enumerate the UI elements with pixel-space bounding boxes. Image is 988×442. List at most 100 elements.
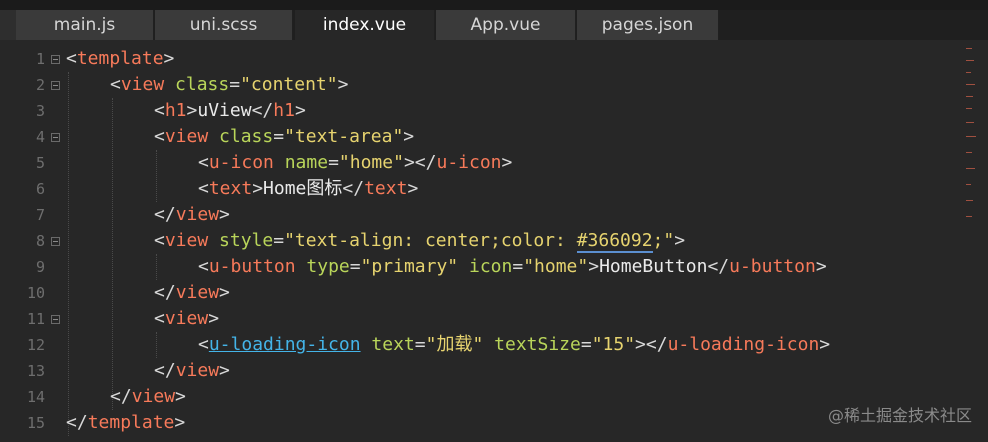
token: >: [407, 178, 419, 199]
token: >: [219, 204, 230, 225]
token: <: [154, 126, 165, 147]
minimap-line: [966, 48, 972, 49]
line-number: 7: [35, 206, 45, 224]
token: "text-align: center;color:: [284, 230, 577, 251]
line-number: 6: [35, 180, 45, 198]
code-line-1: <template>: [66, 46, 174, 72]
token: >: [403, 126, 415, 147]
fold-toggle-icon[interactable]: [51, 81, 60, 90]
token: >: [819, 334, 831, 355]
token: "home": [338, 152, 404, 173]
token: text: [371, 334, 415, 355]
token: u-loading-icon: [667, 334, 820, 355]
token: icon: [468, 256, 513, 277]
tab-app-vue[interactable]: App.vue: [436, 10, 576, 40]
fold-toggle-icon[interactable]: [51, 315, 60, 324]
token: u-icon: [208, 152, 274, 173]
token: </: [251, 100, 274, 121]
token: view: [164, 230, 209, 251]
token: h1: [164, 100, 187, 121]
token: >: [674, 230, 686, 251]
code-line-13: </view>: [154, 358, 230, 384]
line-number: 9: [35, 258, 45, 276]
token: ;": [652, 230, 675, 251]
token: </: [66, 412, 88, 433]
token: HomeButton: [599, 256, 708, 277]
token: >: [337, 74, 349, 95]
token: view: [175, 282, 220, 303]
minimap-line: [966, 96, 973, 97]
minimap-line: [966, 136, 976, 137]
token: "home": [523, 256, 589, 277]
token: >: [186, 100, 198, 121]
tab-index-vue[interactable]: index.vue: [295, 10, 435, 40]
line-number: 13: [26, 362, 45, 380]
tab-pages-json[interactable]: pages.json: [577, 10, 719, 40]
token: >: [175, 386, 186, 407]
token: view: [175, 360, 220, 381]
line-number: 2: [35, 76, 45, 94]
token: view: [175, 204, 220, 225]
minimap-line: [966, 216, 972, 217]
token: >: [294, 100, 306, 121]
code-line-12: <u-loading-icon text="加载" textSize="15">…: [198, 332, 830, 358]
fold-toggle-icon[interactable]: [51, 133, 60, 142]
code-line-15: </template>: [66, 410, 185, 436]
code-line-6: <text>Home图标</text>: [198, 176, 418, 202]
token: </: [110, 386, 132, 407]
code-line-10: </view>: [154, 280, 230, 306]
token: =: [349, 256, 361, 277]
token: >: [635, 334, 646, 355]
line-number: 10: [26, 284, 45, 302]
indent-guide: [112, 98, 113, 410]
indent-guide: [156, 332, 157, 358]
token: <: [66, 48, 77, 69]
fold-toggle-icon[interactable]: [51, 55, 60, 64]
tab-bar: main.js uni.scss index.vue App.vue pages…: [0, 0, 988, 40]
code-line-9: <u-button type="primary" icon="home">Hom…: [198, 254, 827, 280]
line-number: 8: [35, 232, 45, 250]
token: =: [273, 126, 285, 147]
token: "15": [591, 334, 636, 355]
token: <: [198, 256, 209, 277]
token: Home图标: [263, 178, 343, 199]
minimap[interactable]: [966, 44, 976, 234]
tab-main-js[interactable]: main.js: [0, 10, 154, 40]
token: >: [403, 152, 415, 173]
component-link[interactable]: u-loading-icon: [209, 334, 361, 355]
token: >: [208, 308, 220, 329]
minimap-line: [966, 60, 974, 61]
token: >: [219, 282, 230, 303]
token: <: [154, 308, 165, 329]
line-number: 11: [26, 310, 45, 328]
token: template: [87, 412, 175, 433]
token: </: [645, 334, 668, 355]
token: textSize: [494, 334, 581, 355]
token: text: [208, 178, 253, 199]
code-line-2: <view class="content">: [110, 72, 348, 98]
line-gutter: 1 2 3 4 5 6 7 8 9 10 11 12 13 14 15: [0, 44, 64, 442]
code-line-5: <u-icon name="home"></u-icon>: [198, 150, 512, 176]
token: u-button: [208, 256, 296, 277]
line-number: 1: [35, 50, 45, 68]
minimap-line: [966, 84, 975, 85]
token: "primary": [360, 256, 459, 277]
color-value-token: #366092: [576, 230, 653, 253]
token: >: [174, 412, 186, 433]
minimap-line: [966, 152, 972, 153]
tab-uni-scss[interactable]: uni.scss: [155, 10, 293, 40]
token: view: [120, 74, 165, 95]
token: >: [163, 48, 175, 69]
token: <: [110, 74, 121, 95]
code-line-11: <view>: [154, 306, 219, 332]
fold-toggle-icon[interactable]: [51, 237, 60, 246]
minimap-line: [966, 184, 971, 185]
token: "text-area": [284, 126, 404, 147]
token: =: [580, 334, 592, 355]
code-editor[interactable]: 1 2 3 4 5 6 7 8 9 10 11 12 13 14 15 <tem…: [0, 44, 988, 442]
minimap-line: [966, 200, 973, 201]
token: =: [328, 152, 339, 173]
